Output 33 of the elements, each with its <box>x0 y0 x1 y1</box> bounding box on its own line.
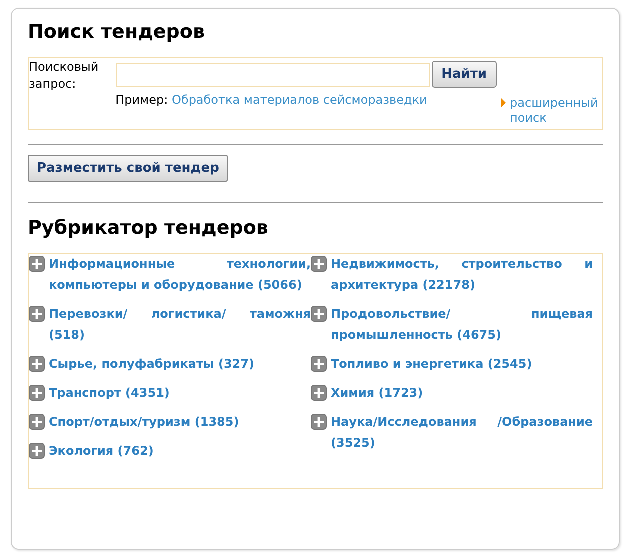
plus-icon <box>29 356 45 372</box>
category-link[interactable]: Химия (1723) <box>331 383 593 404</box>
plus-icon <box>311 385 327 401</box>
search-field[interactable] <box>116 63 430 87</box>
search-button[interactable]: Найти <box>432 61 497 88</box>
plus-icon <box>29 443 45 459</box>
category-link[interactable]: Информационные технологии, компьютеры и оборудование (5066) <box>49 254 311 296</box>
category-link[interactable]: Транспорт (4351) <box>49 383 311 404</box>
plus-icon <box>311 256 327 272</box>
section-title: Рубрикатор тендеров <box>28 216 270 241</box>
category-link[interactable]: Экология (762) <box>49 441 311 462</box>
example-link[interactable]: сейсморазведки <box>323 93 428 107</box>
advanced-search-link[interactable]: расширенный поиск <box>510 96 602 126</box>
plus-icon <box>29 385 45 401</box>
category-link[interactable]: Спорт/отдых/туризм (1385) <box>49 412 311 433</box>
category-link[interactable]: Топливо и энергетика (2545) <box>331 354 593 375</box>
example-label: Пример: <box>116 93 168 107</box>
plus-icon <box>311 306 327 322</box>
plus-icon <box>311 414 327 430</box>
plus-icon <box>29 414 45 430</box>
category-link[interactable]: Наука/Исследования /Образование (3525) <box>331 412 593 454</box>
plus-icon <box>29 256 45 272</box>
field-label: Поисковый запрос: <box>29 59 100 93</box>
plus-icon <box>311 356 327 372</box>
category-link[interactable]: Продовольствие/ пищевая промышленность (4675) <box>331 304 593 346</box>
category-link[interactable]: Сырье, полуфабрикаты (327) <box>49 354 311 375</box>
post-tender-button[interactable]: Разместить свой тендер <box>28 155 228 182</box>
triangle-icon <box>501 96 506 110</box>
category-link[interactable]: Перевозки/ логистика/ таможня (518) <box>49 304 311 346</box>
section-title: Поиск тендеров <box>28 20 206 45</box>
example-link[interactable]: Обработка материалов <box>172 93 320 107</box>
plus-icon <box>29 306 45 322</box>
category-link[interactable]: Недвижимость, строительство и архитектура (22178) <box>331 254 593 296</box>
